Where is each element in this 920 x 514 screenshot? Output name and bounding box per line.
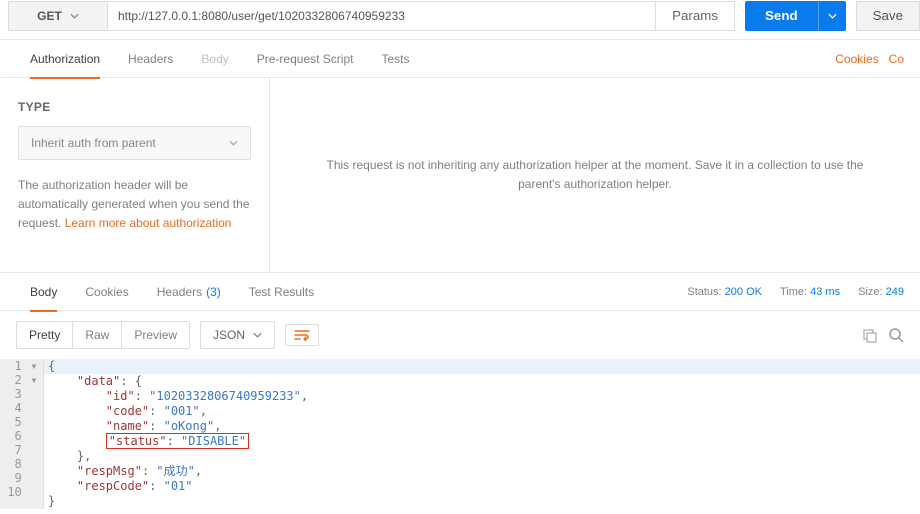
gutter-line: 5 (4, 415, 39, 429)
wrap-icon (294, 329, 310, 341)
chevron-down-icon (70, 13, 79, 19)
gutter-line: 2 ▾ (4, 373, 39, 387)
response-tabs: Body Cookies Headers (3) Test Results St… (0, 273, 920, 311)
code-line: } (44, 494, 920, 509)
fold-icon[interactable]: ▾ (29, 359, 39, 373)
auth-help-link[interactable]: Learn more about authorization (65, 216, 232, 230)
resp-tab-cookies[interactable]: Cookies (71, 273, 142, 311)
auth-type-label: TYPE (18, 100, 251, 114)
viewmode-group: Pretty Raw Preview (16, 321, 190, 349)
tab-prerequest[interactable]: Pre-request Script (243, 40, 368, 78)
gutter-line: 7 (4, 443, 39, 457)
time-value: 43 ms (810, 286, 840, 298)
code-line: "data": { (44, 374, 920, 389)
send-button[interactable]: Send (745, 1, 818, 31)
headers-count: (3) (206, 285, 221, 299)
cookies-link[interactable]: Cookies (835, 52, 878, 66)
status-value: 200 OK (725, 286, 762, 298)
code-link[interactable]: Co (889, 52, 904, 66)
gutter-line: 1 ▾ (4, 359, 39, 373)
gutter-line: 6 (4, 429, 39, 443)
tab-tests[interactable]: Tests (367, 40, 423, 78)
auth-inherit-message: This request is not inheriting any autho… (270, 78, 920, 272)
code-line: "respCode": "01" (44, 479, 920, 494)
response-body: 1 ▾2 ▾3 4 5 6 7 8 9 10 { "data": { "id":… (0, 359, 920, 509)
http-method-label: GET (37, 9, 62, 23)
chevron-down-icon (828, 13, 837, 19)
tab-headers[interactable]: Headers (114, 40, 187, 78)
http-method-select[interactable]: GET (8, 1, 108, 31)
viewmode-raw[interactable]: Raw (73, 322, 122, 348)
auth-type-value: Inherit auth from parent (31, 136, 156, 150)
auth-type-select[interactable]: Inherit auth from parent (18, 126, 251, 160)
response-meta: Status: 200 OK Time: 43 ms Size: 249 (687, 286, 904, 298)
code-line: "id": "1020332806740959233", (44, 389, 920, 404)
chevron-down-icon (253, 332, 262, 338)
code-line: "respMsg": "成功", (44, 464, 920, 479)
chevron-down-icon (229, 140, 238, 146)
size-value: 249 (886, 286, 904, 298)
copy-icon[interactable] (862, 328, 877, 343)
code-line: "name": "oKong", (44, 419, 920, 434)
viewmode-preview[interactable]: Preview (122, 322, 189, 348)
gutter-line: 9 (4, 471, 39, 485)
gutter-line: 3 (4, 387, 39, 401)
auth-help-text: The authorization header will be automat… (18, 176, 251, 234)
fold-icon[interactable]: ▾ (29, 373, 39, 387)
gutter-line: 4 (4, 401, 39, 415)
resp-tab-testresults[interactable]: Test Results (235, 273, 328, 311)
search-icon[interactable] (889, 328, 904, 343)
resp-tab-body[interactable]: Body (16, 273, 71, 311)
code-line: { (44, 359, 920, 374)
request-tabs: Authorization Headers Body Pre-request S… (0, 40, 920, 78)
send-dropdown-button[interactable] (818, 1, 846, 31)
tab-body[interactable]: Body (187, 40, 242, 78)
highlighted-line: "status": "DISABLE" (106, 433, 249, 449)
code-line: "status": "DISABLE" (44, 434, 920, 449)
params-button[interactable]: Params (656, 1, 735, 31)
save-button[interactable]: Save (856, 1, 920, 31)
wrap-lines-button[interactable] (285, 324, 319, 346)
format-select[interactable]: JSON (200, 321, 275, 349)
viewmode-pretty[interactable]: Pretty (17, 322, 73, 348)
tab-authorization[interactable]: Authorization (16, 40, 114, 78)
code-line: }, (44, 449, 920, 464)
resp-tab-headers[interactable]: Headers (3) (143, 273, 235, 311)
gutter-line: 10 (4, 485, 39, 499)
code-line: "code": "001", (44, 404, 920, 419)
url-input[interactable] (108, 1, 656, 31)
gutter-line: 8 (4, 457, 39, 471)
